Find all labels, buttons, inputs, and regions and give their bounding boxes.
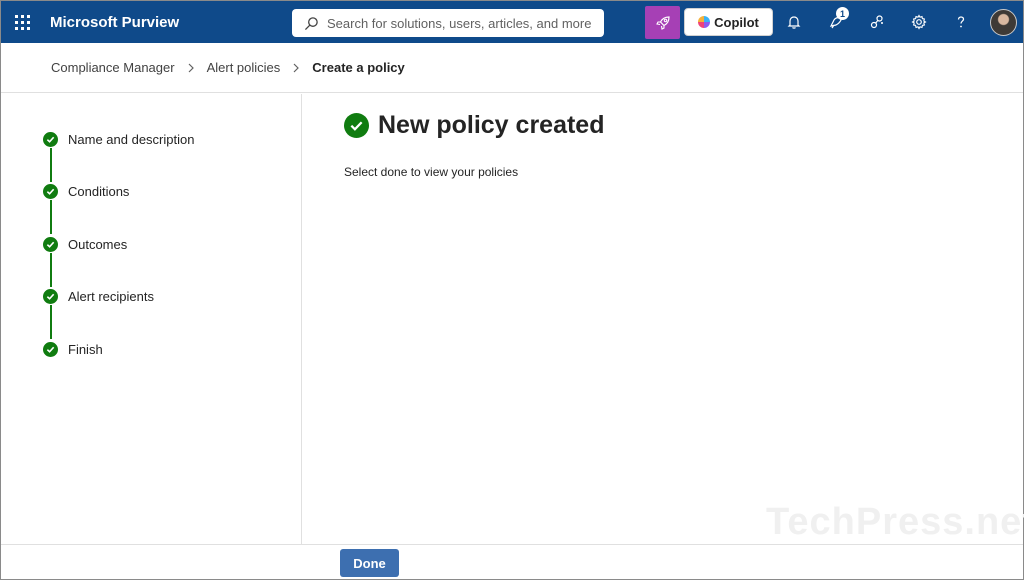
wizard-step-label: Finish (68, 342, 103, 357)
notification-badge: 1 (836, 7, 849, 20)
wizard-step-label: Alert recipients (68, 289, 154, 304)
breadcrumb-alert-policies[interactable]: Alert policies (207, 60, 281, 75)
notifications-button[interactable] (780, 8, 808, 36)
wizard-step-label: Outcomes (68, 237, 128, 252)
wizard-step-alert-recipients[interactable]: Alert recipients (43, 289, 154, 304)
rocket-icon (655, 15, 670, 30)
copilot-button[interactable]: Copilot (684, 8, 773, 36)
rocket-button[interactable] (645, 6, 680, 39)
done-button[interactable]: Done (340, 549, 399, 577)
search-icon (304, 16, 318, 30)
checkmark-icon (43, 289, 58, 304)
checkmark-icon (43, 184, 58, 199)
connections-button[interactable] (863, 8, 891, 36)
whats-new-button[interactable]: 1 (822, 7, 850, 36)
wizard-step-finish[interactable]: Finish (43, 342, 103, 357)
checkmark-icon (43, 132, 58, 147)
waffle-icon (14, 14, 30, 30)
copilot-label: Copilot (714, 14, 759, 30)
search-input[interactable] (327, 15, 597, 31)
chevron-right-icon (187, 63, 195, 73)
wizard-step-label: Name and description (68, 132, 195, 147)
step-connector (50, 305, 52, 339)
watermark: TechPress.net (766, 501, 1024, 543)
app-launcher-button[interactable] (1, 1, 43, 43)
wizard-step-outcomes[interactable]: Outcomes (43, 237, 127, 252)
bell-icon (787, 16, 801, 29)
step-connector (50, 253, 52, 287)
copilot-icon (698, 16, 711, 28)
chevron-right-icon (292, 63, 300, 73)
network-icon (870, 15, 883, 29)
checkmark-icon (43, 237, 58, 252)
gear-icon (911, 14, 927, 30)
wizard-step-conditions[interactable]: Conditions (43, 184, 129, 199)
step-connector (50, 200, 52, 234)
checkmark-icon (43, 342, 58, 357)
wizard-steps: Name and description Conditions Outcomes… (1, 94, 302, 544)
wizard-step-name-and-description[interactable]: Name and description (43, 132, 194, 147)
step-connector (50, 148, 52, 182)
page-title: New policy created (344, 111, 604, 140)
breadcrumb-compliance-manager[interactable]: Compliance Manager (51, 60, 175, 75)
top-bar: Microsoft Purview Copilot 1 (1, 1, 1023, 43)
help-icon (957, 16, 965, 28)
avatar[interactable] (990, 9, 1017, 36)
settings-button[interactable] (905, 8, 933, 36)
wizard-step-label: Conditions (68, 184, 130, 199)
page-title-text: New policy created (378, 111, 605, 139)
search-box[interactable] (292, 9, 604, 37)
breadcrumb: Compliance Manager Alert policies Create… (1, 43, 1023, 93)
success-check-icon (344, 113, 369, 138)
page-description: Select done to view your policies (344, 165, 519, 179)
breadcrumb-current: Create a policy (312, 60, 405, 75)
footer-bar: Done (1, 544, 1023, 579)
help-button[interactable] (947, 8, 975, 36)
app-title[interactable]: Microsoft Purview (50, 14, 290, 31)
